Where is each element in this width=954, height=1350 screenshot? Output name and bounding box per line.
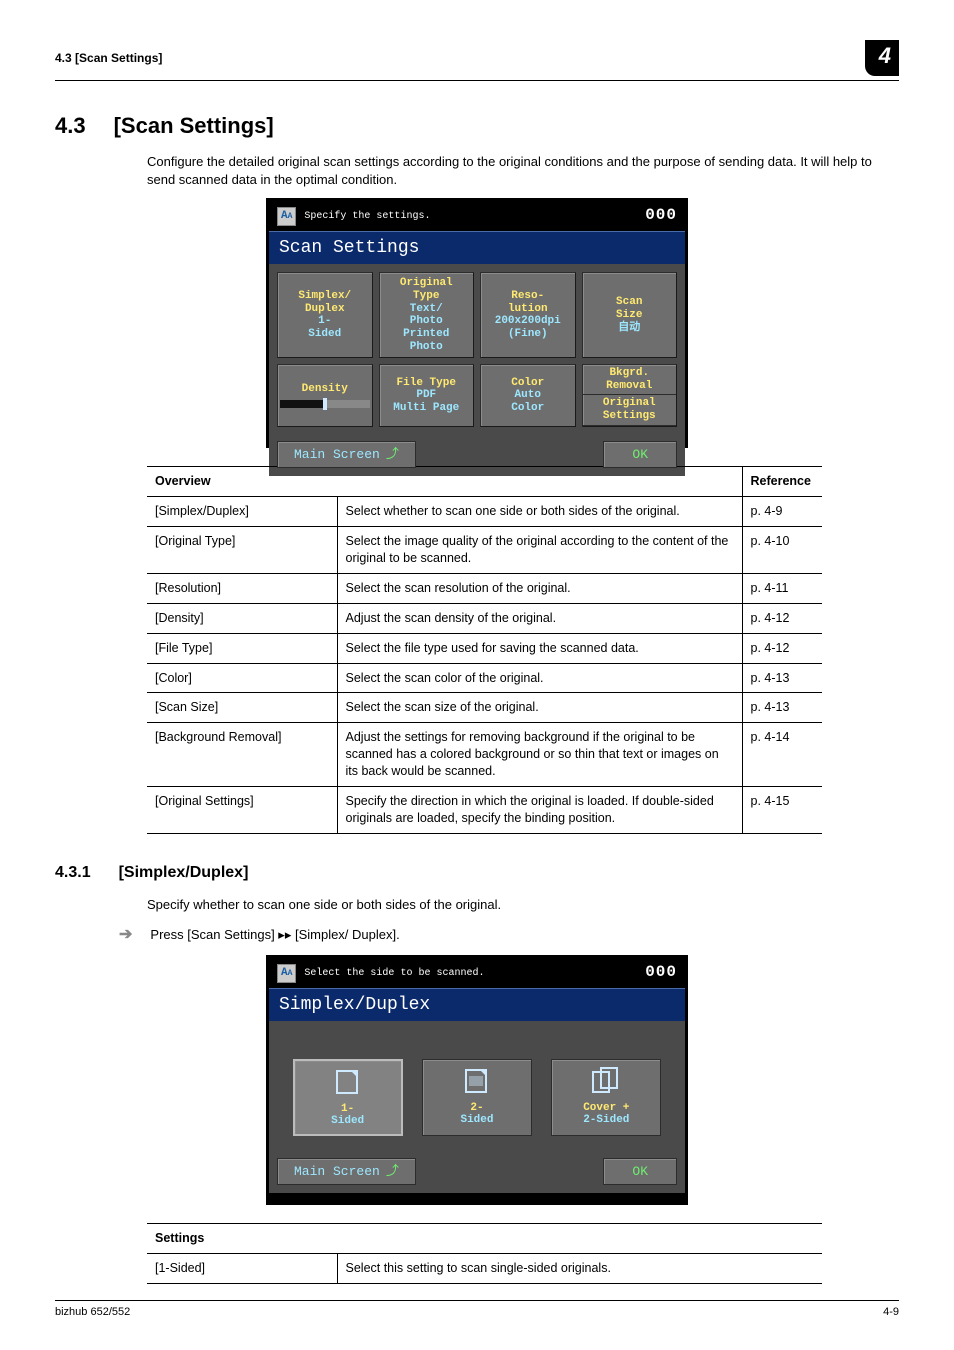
scan-setting-tile[interactable]: Bkgrd.RemovalOriginalSettings: [582, 364, 678, 427]
screen2-instruction: Select the side to be scanned.: [304, 967, 484, 981]
subsection-intro: Specify whether to scan one side or both…: [147, 896, 889, 914]
table-row: [Color]Select the scan color of the orig…: [147, 663, 822, 693]
duplex-option[interactable]: Cover +2-Sided: [551, 1059, 661, 1135]
overview-header: Overview: [147, 467, 742, 497]
scan-setting-tile[interactable]: OriginalTypeText/PhotoPrintedPhoto: [379, 272, 475, 358]
scan-settings-screenshot: AA Specify the settings. 000 Scan Settin…: [266, 198, 688, 448]
duplex-option[interactable]: 2-Sided: [422, 1059, 532, 1135]
screen1-instruction: Specify the settings.: [304, 210, 430, 224]
table-row: [Background Removal]Adjust the settings …: [147, 723, 822, 787]
ok-button[interactable]: OK: [603, 1158, 677, 1186]
section-title: [Scan Settings]: [114, 111, 274, 141]
simplex-duplex-screenshot: AA Select the side to be scanned. 000 Si…: [266, 955, 688, 1205]
running-header: 4.3 [Scan Settings]: [55, 50, 162, 66]
footer-page: 4-9: [883, 1305, 899, 1320]
scan-setting-tile[interactable]: File TypePDFMulti Page: [379, 364, 475, 427]
table-row: [Original Settings]Specify the direction…: [147, 786, 822, 833]
subsection-number: 4.3.1: [55, 862, 91, 884]
subsection-title: [Simplex/Duplex]: [119, 862, 249, 884]
screen1-counter: 000: [645, 205, 677, 227]
table-row: [Original Type]Select the image quality …: [147, 527, 822, 574]
section-number: 4.3: [55, 111, 86, 141]
settings-header: Settings: [147, 1224, 822, 1254]
table-row: [Simplex/Duplex]Select whether to scan o…: [147, 497, 822, 527]
step-arrow-icon: ➔: [119, 924, 132, 946]
chapter-badge: 4: [865, 40, 899, 76]
screen2-title: Simplex/Duplex: [269, 988, 685, 1021]
main-screen-button[interactable]: Main Screen⤴: [277, 441, 416, 469]
footer-model: bizhub 652/552: [55, 1305, 130, 1320]
return-arrow-icon: ⤴: [386, 447, 399, 462]
table-row: [1-Sided]Select this setting to scan sin…: [147, 1254, 822, 1284]
aa-icon: AA: [277, 964, 296, 983]
aa-icon: AA: [277, 207, 296, 226]
table-row: [File Type]Select the file type used for…: [147, 633, 822, 663]
overview-table: Overview Reference [Simplex/Duplex]Selec…: [147, 466, 822, 833]
ok-button[interactable]: OK: [603, 441, 677, 469]
scan-setting-tile[interactable]: Density: [277, 364, 373, 427]
screen1-title: Scan Settings: [269, 231, 685, 264]
step-text: Press [Scan Settings] ▸▸ [Simplex/ Duple…: [150, 926, 399, 944]
scan-setting-tile[interactable]: Simplex/Duplex1-Sided: [277, 272, 373, 358]
screen2-counter: 000: [645, 962, 677, 984]
settings-table: Settings [1-Sided]Select this setting to…: [147, 1223, 822, 1284]
table-row: [Resolution]Select the scan resolution o…: [147, 573, 822, 603]
scan-setting-tile[interactable]: Reso-lution200x200dpi(Fine): [480, 272, 576, 358]
return-arrow-icon: ⤴: [386, 1164, 399, 1179]
header-divider: [55, 80, 899, 81]
scan-setting-tile[interactable]: ColorAutoColor: [480, 364, 576, 427]
main-screen-button[interactable]: Main Screen⤴: [277, 1158, 416, 1186]
table-row: [Scan Size]Select the scan size of the o…: [147, 693, 822, 723]
reference-header: Reference: [742, 467, 822, 497]
duplex-option[interactable]: 1-Sided: [293, 1059, 403, 1135]
section-intro: Configure the detailed original scan set…: [147, 153, 889, 188]
scan-setting-tile[interactable]: ScanSize自动: [582, 272, 678, 358]
table-row: [Density]Adjust the scan density of the …: [147, 603, 822, 633]
